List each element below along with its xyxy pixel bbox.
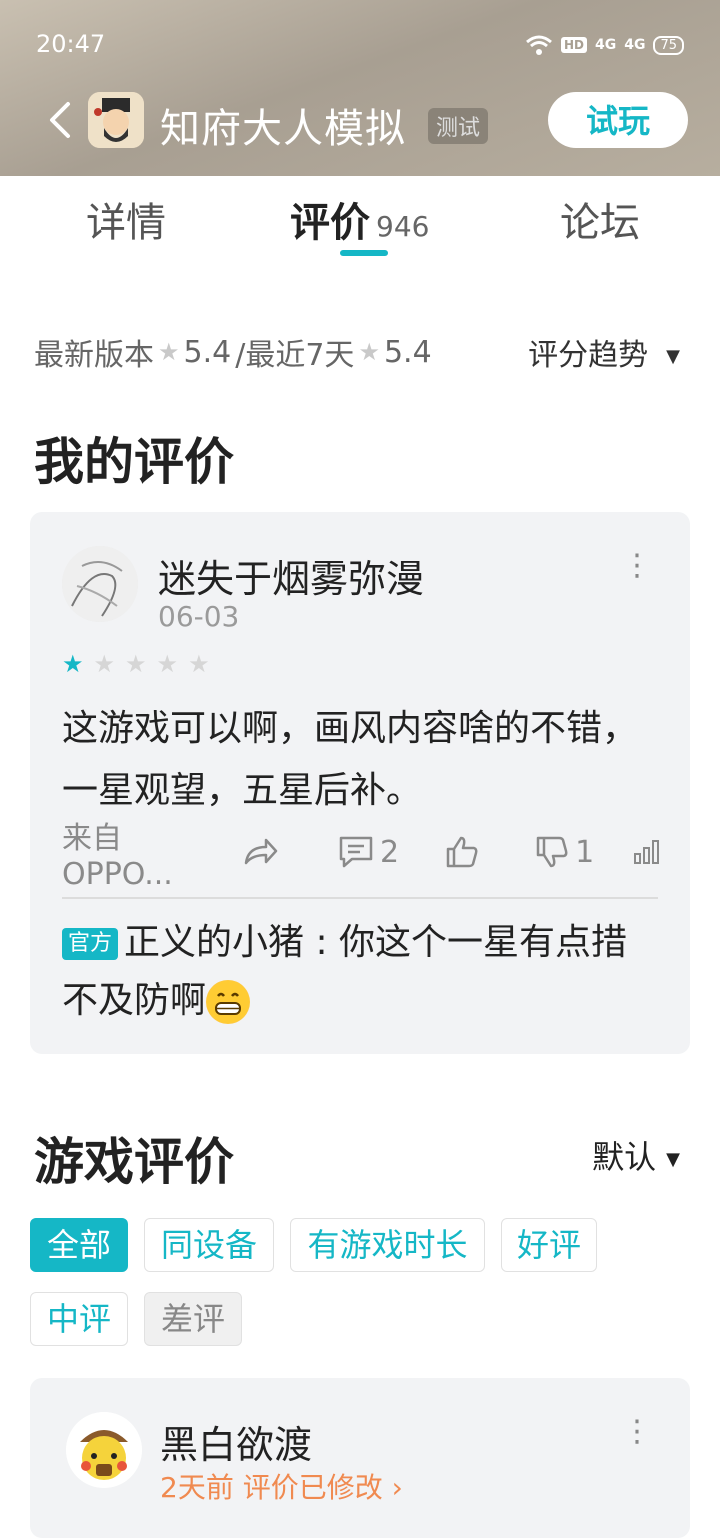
my-review-title: 我的评价 — [34, 433, 234, 491]
tab-reviews-count: 946 — [376, 210, 430, 243]
app-header: 20:47 HD 4G 4G 75 知府大人模拟 测试 试玩 — [0, 0, 720, 176]
latest-version-label: 最新版本 — [34, 338, 154, 373]
back-arrow-icon[interactable] — [42, 96, 82, 144]
star-icon: ★ — [93, 650, 116, 678]
test-badge: 测试 — [428, 108, 489, 144]
filter-has-playtime[interactable]: 有游戏时长 — [290, 1218, 485, 1272]
filter-neutral[interactable]: 中评 — [30, 1292, 128, 1346]
stats-button[interactable] — [632, 838, 662, 866]
wifi-icon — [526, 35, 552, 55]
bar-chart-icon — [634, 840, 659, 864]
avatar[interactable] — [66, 1412, 142, 1488]
tab-forum[interactable]: 论坛 — [560, 190, 640, 248]
share-icon — [244, 838, 278, 865]
reply-text: 正义的小猪 : 你这个一星有点措不及防啊 — [62, 922, 628, 1021]
caret-down-icon: ▼ — [666, 1148, 680, 1170]
filter-negative[interactable]: 差评 — [144, 1292, 242, 1346]
latest-score: 5.4 — [183, 334, 232, 370]
recent-score: 5.4 — [383, 334, 432, 370]
star-icon: ★ — [156, 650, 179, 678]
signal-icon-1: 4G — [594, 37, 617, 53]
star-icon: ★ — [62, 650, 84, 678]
tab-reviews-label: 评价 — [290, 200, 370, 246]
app-icon — [88, 92, 144, 148]
dislike-button[interactable]: 1 — [535, 835, 594, 870]
battery-icon: 75 — [653, 35, 684, 55]
review-username[interactable]: 黑白欲渡 — [160, 1414, 312, 1469]
rating-trend-label: 评分趋势 — [528, 338, 649, 373]
my-review-card: 迷失于烟雾弥漫 06-03 ⋮ ★ ★ ★ ★ ★ 这游戏可以啊，画风内容啥的不… — [30, 512, 690, 1054]
more-options-icon[interactable]: ⋮ — [622, 548, 652, 583]
official-reply: 官方 正义的小猪 : 你这个一星有点措不及防啊 — [62, 914, 662, 1030]
chevron-right-icon: › — [391, 1471, 403, 1504]
thumbs-down-icon — [536, 836, 568, 868]
comment-button[interactable]: 2 — [338, 835, 399, 870]
tab-reviews[interactable]: 评价 946 — [290, 190, 429, 248]
grin-emoji-icon — [206, 980, 251, 1024]
caret-down-icon: ▼ — [666, 346, 680, 367]
recent-label: /最近7天 — [235, 338, 355, 373]
rating-trend-dropdown[interactable]: 评分趋势 ▼ — [528, 330, 680, 374]
filter-positive[interactable]: 好评 — [501, 1218, 597, 1272]
share-button[interactable] — [242, 837, 278, 867]
divider — [62, 897, 658, 899]
star-icon: ★ — [358, 338, 380, 366]
sort-label: 默认 — [592, 1138, 657, 1176]
filter-all[interactable]: 全部 — [30, 1218, 128, 1272]
rating-summary: 最新版本 ★ 5.4 /最近7天 ★ 5.4 — [34, 330, 432, 374]
status-icons: HD 4G 4G 75 — [525, 28, 684, 62]
review-text: 这游戏可以啊，画风内容啥的不错，一星观望，五星后补。 — [62, 708, 639, 811]
more-options-icon[interactable]: ⋮ — [622, 1414, 652, 1449]
device-label: 来自OPPO... — [62, 820, 173, 892]
game-reviews-title: 游戏评价 — [34, 1133, 234, 1191]
thumbs-up-icon — [446, 836, 478, 868]
star-rating: ★ ★ ★ ★ ★ — [62, 650, 210, 678]
review-card: 黑白欲渡 2天前 评价已修改 › ⋮ — [30, 1378, 690, 1538]
status-time: 20:47 — [36, 30, 106, 58]
review-actions: 来自OPPO... 2 1 — [62, 821, 662, 892]
official-badge: 官方 — [62, 928, 119, 960]
like-button[interactable] — [445, 835, 479, 869]
try-play-button[interactable]: 试玩 — [548, 92, 688, 148]
filter-same-device[interactable]: 同设备 — [144, 1218, 274, 1272]
review-meta[interactable]: 2天前 评价已修改 › — [160, 1466, 403, 1506]
dislike-count: 1 — [575, 834, 595, 870]
comment-icon — [339, 836, 373, 868]
tab-details[interactable]: 详情 — [86, 190, 166, 248]
app-title: 知府大人模拟 — [160, 106, 406, 152]
comment-count: 2 — [380, 834, 400, 870]
hd-icon: HD — [560, 37, 587, 53]
status-bar: 20:47 HD 4G 4G 75 — [36, 28, 684, 62]
star-icon: ★ — [125, 650, 147, 678]
signal-icon-2: 4G — [624, 37, 646, 53]
star-icon: ★ — [188, 650, 210, 678]
review-meta-text: 2天前 评价已修改 — [160, 1471, 383, 1504]
avatar[interactable] — [62, 546, 138, 622]
review-username[interactable]: 迷失于烟雾弥漫 — [158, 548, 424, 603]
tab-underline — [340, 250, 388, 256]
star-icon: ★ — [158, 338, 180, 366]
sort-dropdown[interactable]: 默认 ▼ — [592, 1132, 680, 1178]
review-date: 06-03 — [158, 600, 240, 633]
